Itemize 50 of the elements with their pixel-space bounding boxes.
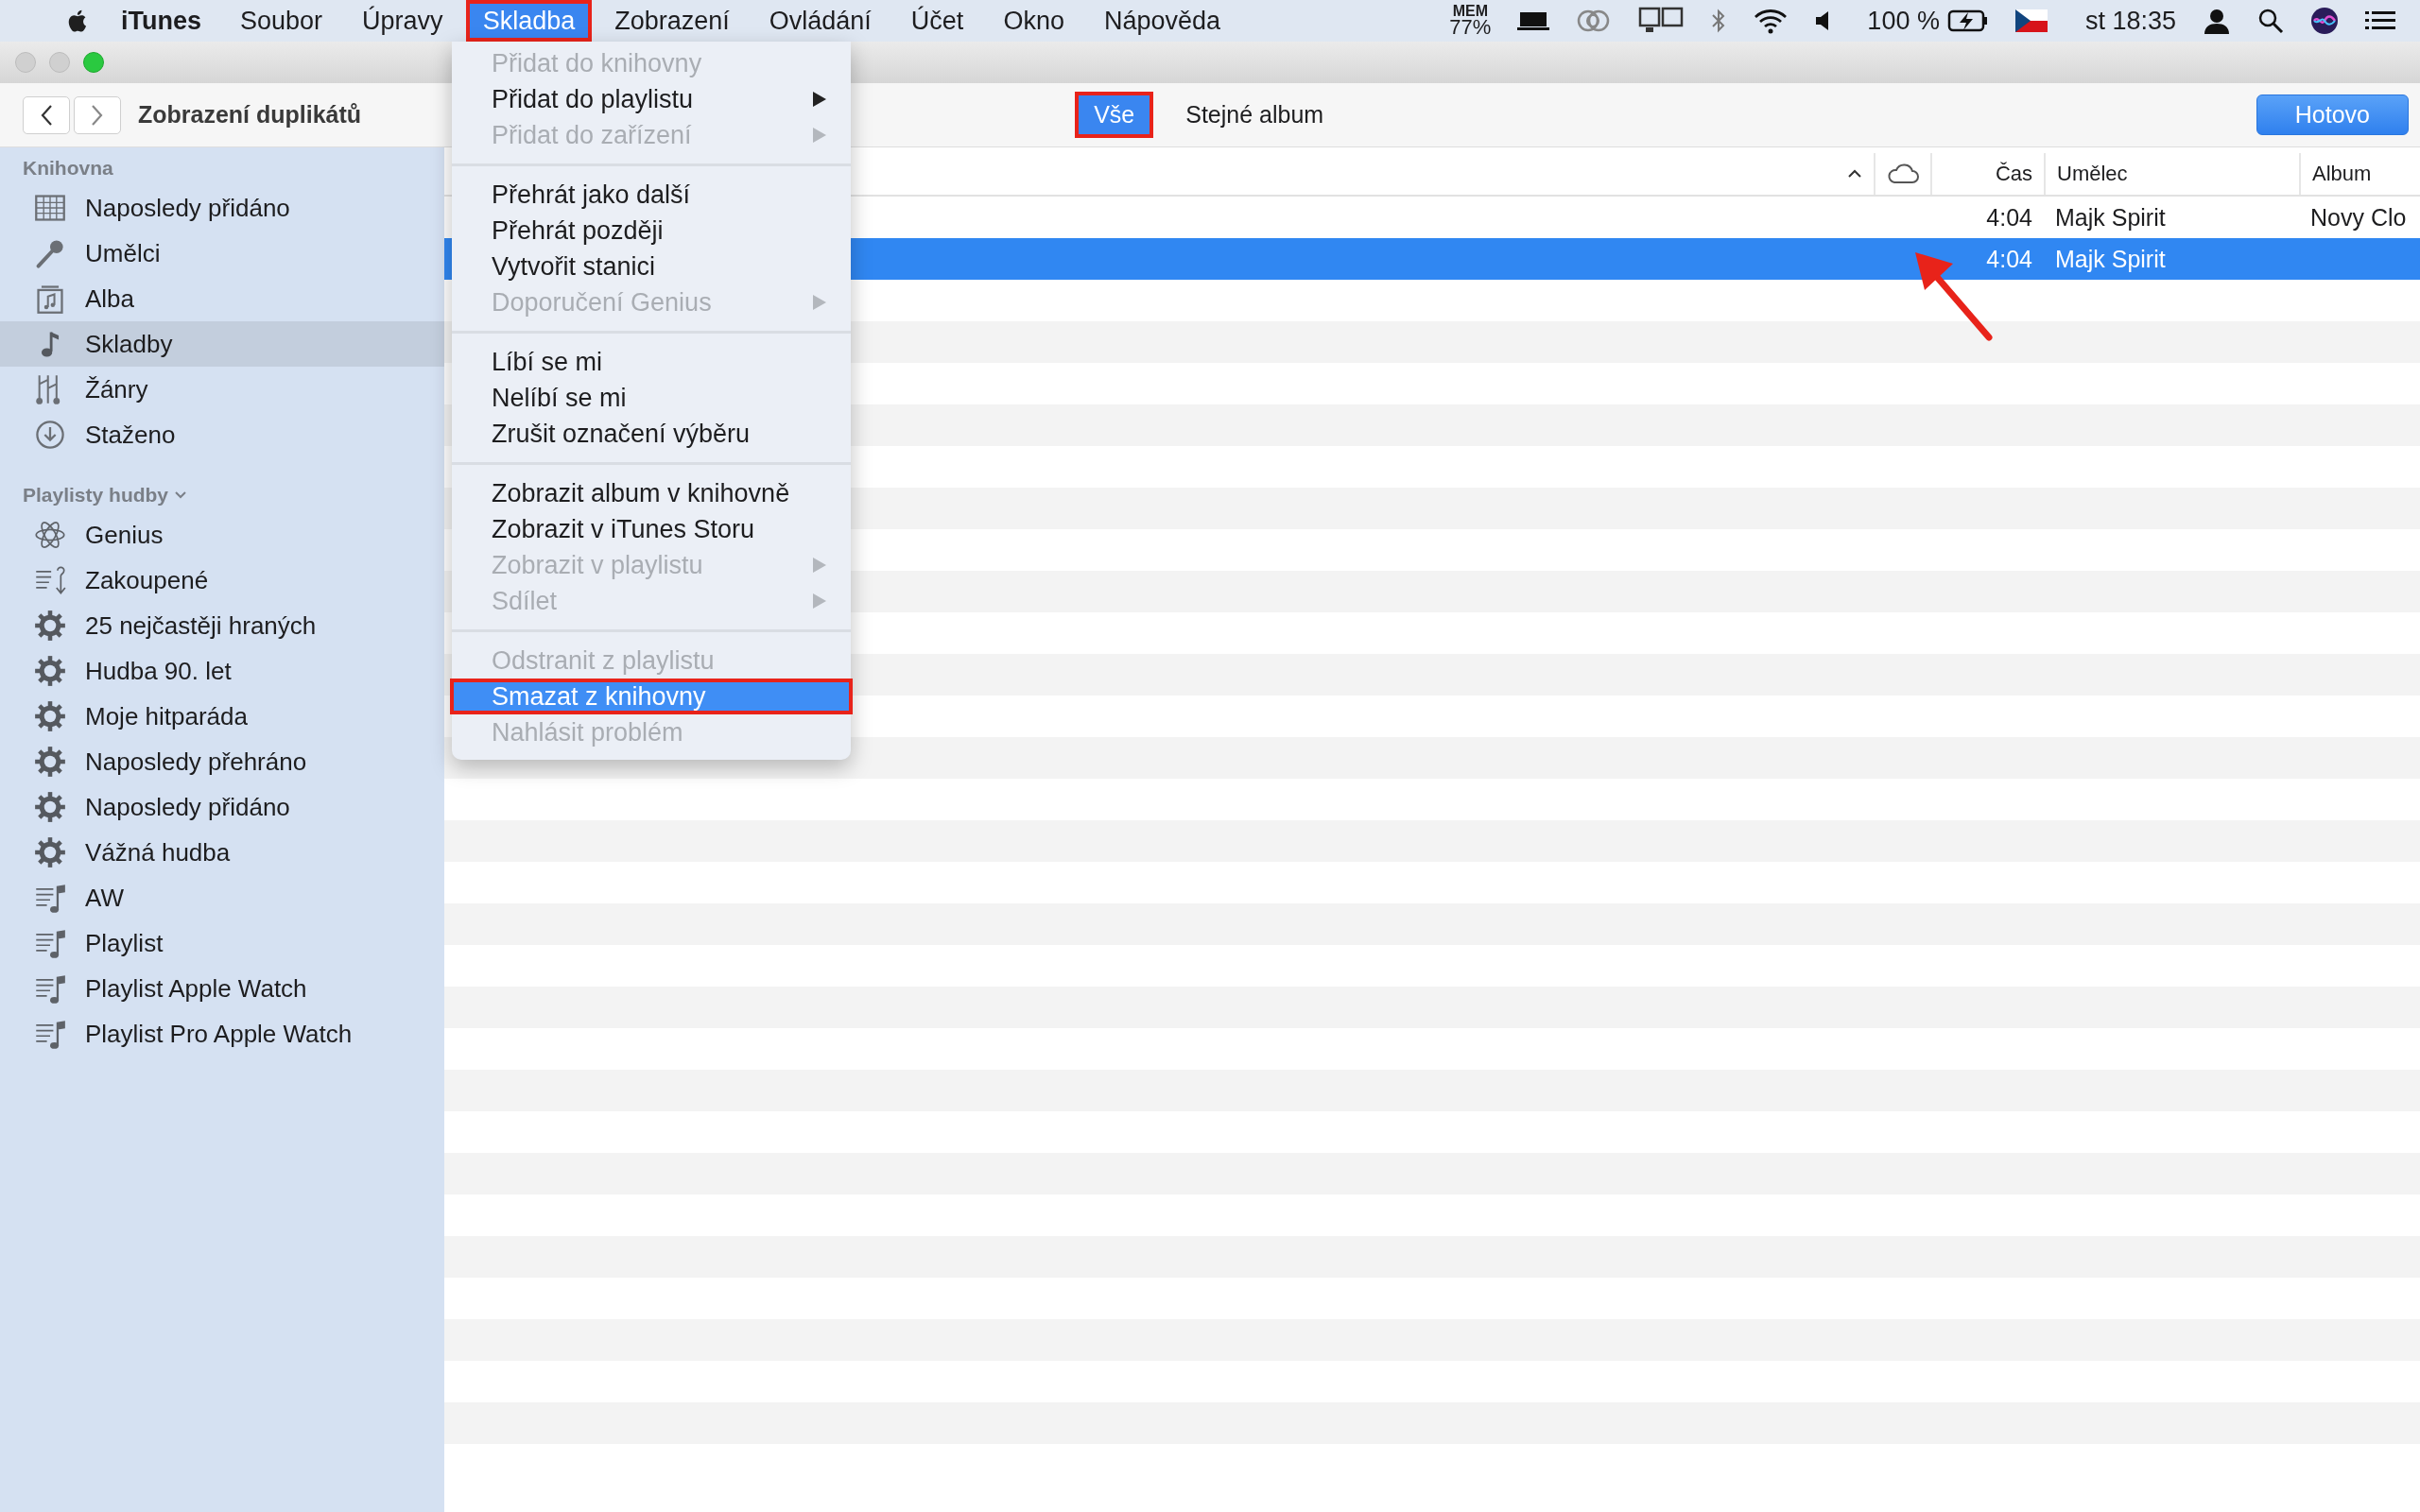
sidebar-item[interactable]: Zakoupené bbox=[0, 558, 444, 603]
sidebar-item[interactable]: Playlist bbox=[0, 920, 444, 966]
menu-title[interactable]: Nápověda bbox=[1086, 0, 1238, 42]
sidebar-item[interactable]: Vážná hudba bbox=[0, 830, 444, 875]
sidebar-item[interactable]: Genius bbox=[0, 512, 444, 558]
sidebar-item[interactable]: 25 nejčastěji hraných bbox=[0, 603, 444, 648]
sidebar-item[interactable]: Naposledy přehráno bbox=[0, 739, 444, 784]
sidebar-item[interactable]: Hudba 90. let bbox=[0, 648, 444, 694]
column-header[interactable]: Umělec bbox=[2057, 162, 2128, 186]
table-cell: Majk Spirit bbox=[2055, 203, 2166, 232]
battery-percentage[interactable]: 100 % bbox=[1867, 6, 1940, 36]
menu-title[interactable]: Účet bbox=[893, 0, 981, 42]
sidebar-item[interactable]: Naposledy přidáno bbox=[0, 185, 444, 231]
sidebar-item[interactable]: Žánry bbox=[0, 367, 444, 412]
menu-title[interactable]: Úpravy bbox=[345, 0, 460, 42]
clock[interactable]: st 18:35 bbox=[2084, 6, 2176, 36]
sidebar-section-title: Playlisty hudby bbox=[23, 484, 169, 507]
menu-item[interactable]: Nelíbí se mi bbox=[450, 380, 853, 416]
column-header[interactable]: Album bbox=[2312, 162, 2372, 186]
filter-toggle[interactable]: Stejné album bbox=[1167, 92, 1343, 138]
table-cell: Majk Spirit bbox=[2055, 245, 2166, 273]
filter-toggle[interactable]: Vše bbox=[1075, 92, 1154, 138]
memory-indicator[interactable]: MEM 77% bbox=[1449, 4, 1492, 38]
menu-item[interactable]: Přidat do playlistu bbox=[450, 81, 853, 117]
column-header[interactable]: Čas bbox=[1995, 162, 2032, 186]
table-cell: Novy Clo bbox=[2310, 203, 2407, 232]
sidebar-item[interactable]: Playlist Pro Apple Watch bbox=[0, 1011, 444, 1057]
view-title: Zobrazení duplikátů bbox=[138, 101, 362, 129]
menu-title[interactable]: Ovládání bbox=[752, 0, 889, 42]
sidebar-item[interactable]: Alba bbox=[0, 276, 444, 321]
sidebar-item[interactable]: AW bbox=[0, 875, 444, 920]
sidebar-item[interactable]: Umělci bbox=[0, 231, 444, 276]
menu-item[interactable]: Zobrazit album v knihovně bbox=[450, 475, 853, 511]
menu-title[interactable]: Okno bbox=[986, 0, 1081, 42]
menu-title[interactable]: Zobrazení bbox=[597, 0, 747, 42]
sidebar-section-title: Knihovna bbox=[23, 157, 113, 180]
app-name[interactable]: iTunes bbox=[121, 6, 201, 36]
menu-item[interactable]: Zobrazit v iTunes Storu bbox=[450, 511, 853, 547]
menu-title[interactable]: Soubor bbox=[223, 0, 340, 42]
menu-title[interactable]: Skladba bbox=[465, 0, 593, 42]
table-cell: 4:04 bbox=[1986, 245, 2032, 273]
sidebar-item[interactable]: Moje hitparáda bbox=[0, 694, 444, 739]
sidebar-item[interactable]: Playlist Apple Watch bbox=[0, 966, 444, 1011]
menu-item[interactable]: Zrušit označení výběru bbox=[450, 416, 853, 452]
sidebar-item[interactable]: Skladby bbox=[0, 321, 444, 367]
menu-item[interactable]: Líbí se mi bbox=[450, 344, 853, 380]
menu-item[interactable]: Přehrát jako další bbox=[450, 177, 853, 213]
table-cell: 4:04 bbox=[1986, 203, 2032, 232]
sidebar-item[interactable]: Staženo bbox=[0, 412, 444, 457]
sidebar-item[interactable]: Naposledy přidáno bbox=[0, 784, 444, 830]
